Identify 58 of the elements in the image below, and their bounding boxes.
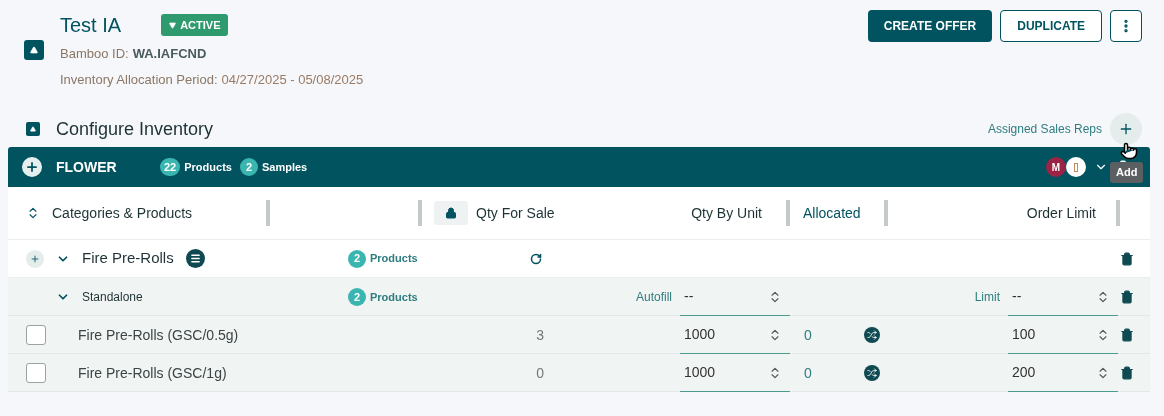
create-offer-button[interactable]: CREATE OFFER xyxy=(867,10,993,42)
allocated-value: 0 xyxy=(804,325,812,345)
limit-label: Limit xyxy=(974,289,1000,306)
checkbox[interactable] xyxy=(26,325,46,345)
section-title: Configure Inventory xyxy=(56,117,214,141)
subgroup-name: Standalone xyxy=(82,289,143,306)
page-title: Test IA xyxy=(60,13,122,38)
avatar[interactable] xyxy=(1066,157,1086,177)
more-button[interactable] xyxy=(1110,10,1142,42)
field-value: 04/27/2025 - 05/08/2025 xyxy=(221,70,364,89)
category-title: FLOWER xyxy=(56,157,118,177)
qty-for-sale: 0 xyxy=(536,363,544,383)
avatar[interactable]: M xyxy=(1046,157,1066,177)
delete-icon[interactable] xyxy=(1120,251,1134,266)
assigned-reps-label: Assigned Sales Reps xyxy=(987,121,1102,138)
status-badge[interactable]: ACTIVE xyxy=(161,13,229,37)
shuffle-icon[interactable] xyxy=(863,327,880,343)
count-badge: 2 xyxy=(239,158,258,176)
caret-icon xyxy=(169,21,177,29)
column-header[interactable]: Qty By Unit xyxy=(691,202,762,224)
count-badge: 22 xyxy=(160,158,181,176)
column-header[interactable]: Qty For Sale xyxy=(476,202,555,224)
box-icon xyxy=(24,39,44,60)
column-header[interactable]: Categories & Products xyxy=(52,202,193,224)
delete-icon[interactable] xyxy=(1120,366,1134,380)
column-header[interactable]: Allocated xyxy=(803,202,861,224)
hand-cursor-icon xyxy=(1120,142,1138,160)
autofill-label: Autofill xyxy=(635,289,672,306)
product-name: Fire Pre-Rolls (GSC/1g) xyxy=(78,363,227,383)
group-name: Fire Pre-Rolls xyxy=(82,248,174,269)
field-value: WA.IAFCND xyxy=(132,45,207,63)
delete-icon[interactable] xyxy=(1120,328,1134,342)
refresh-icon[interactable] xyxy=(530,252,542,265)
checkbox[interactable] xyxy=(26,363,46,383)
box-icon xyxy=(26,122,40,136)
count-label: Products xyxy=(370,289,418,305)
count-badge: 2 xyxy=(348,249,366,268)
count-badge: 2 xyxy=(348,288,366,306)
field-label: Inventory Allocation Period: xyxy=(60,70,218,89)
add-icon[interactable] xyxy=(22,157,42,177)
count-label: Products xyxy=(370,251,418,267)
count-label: Samples xyxy=(261,159,308,175)
lock-icon[interactable] xyxy=(434,201,468,225)
number-field[interactable]: 200 xyxy=(1008,354,1118,392)
product-name: Fire Pre-Rolls (GSC/0.5g) xyxy=(78,325,239,345)
shuffle-icon[interactable] xyxy=(863,365,880,381)
number-field[interactable]: 1000 xyxy=(680,354,790,392)
column-header[interactable]: Order Limit xyxy=(1026,202,1096,224)
list-icon[interactable] xyxy=(185,249,205,268)
count-label: Products xyxy=(184,159,232,175)
tooltip: Add xyxy=(1110,162,1144,183)
plus-icon[interactable] xyxy=(1118,121,1134,137)
field-label: Bamboo ID: xyxy=(60,45,129,63)
duplicate-button[interactable]: DUPLICATE xyxy=(1000,10,1102,42)
allocated-value: 0 xyxy=(804,363,812,383)
delete-icon[interactable] xyxy=(1120,290,1134,304)
qty-for-sale: 3 xyxy=(536,325,544,345)
add-rep-button[interactable] xyxy=(1110,113,1142,145)
